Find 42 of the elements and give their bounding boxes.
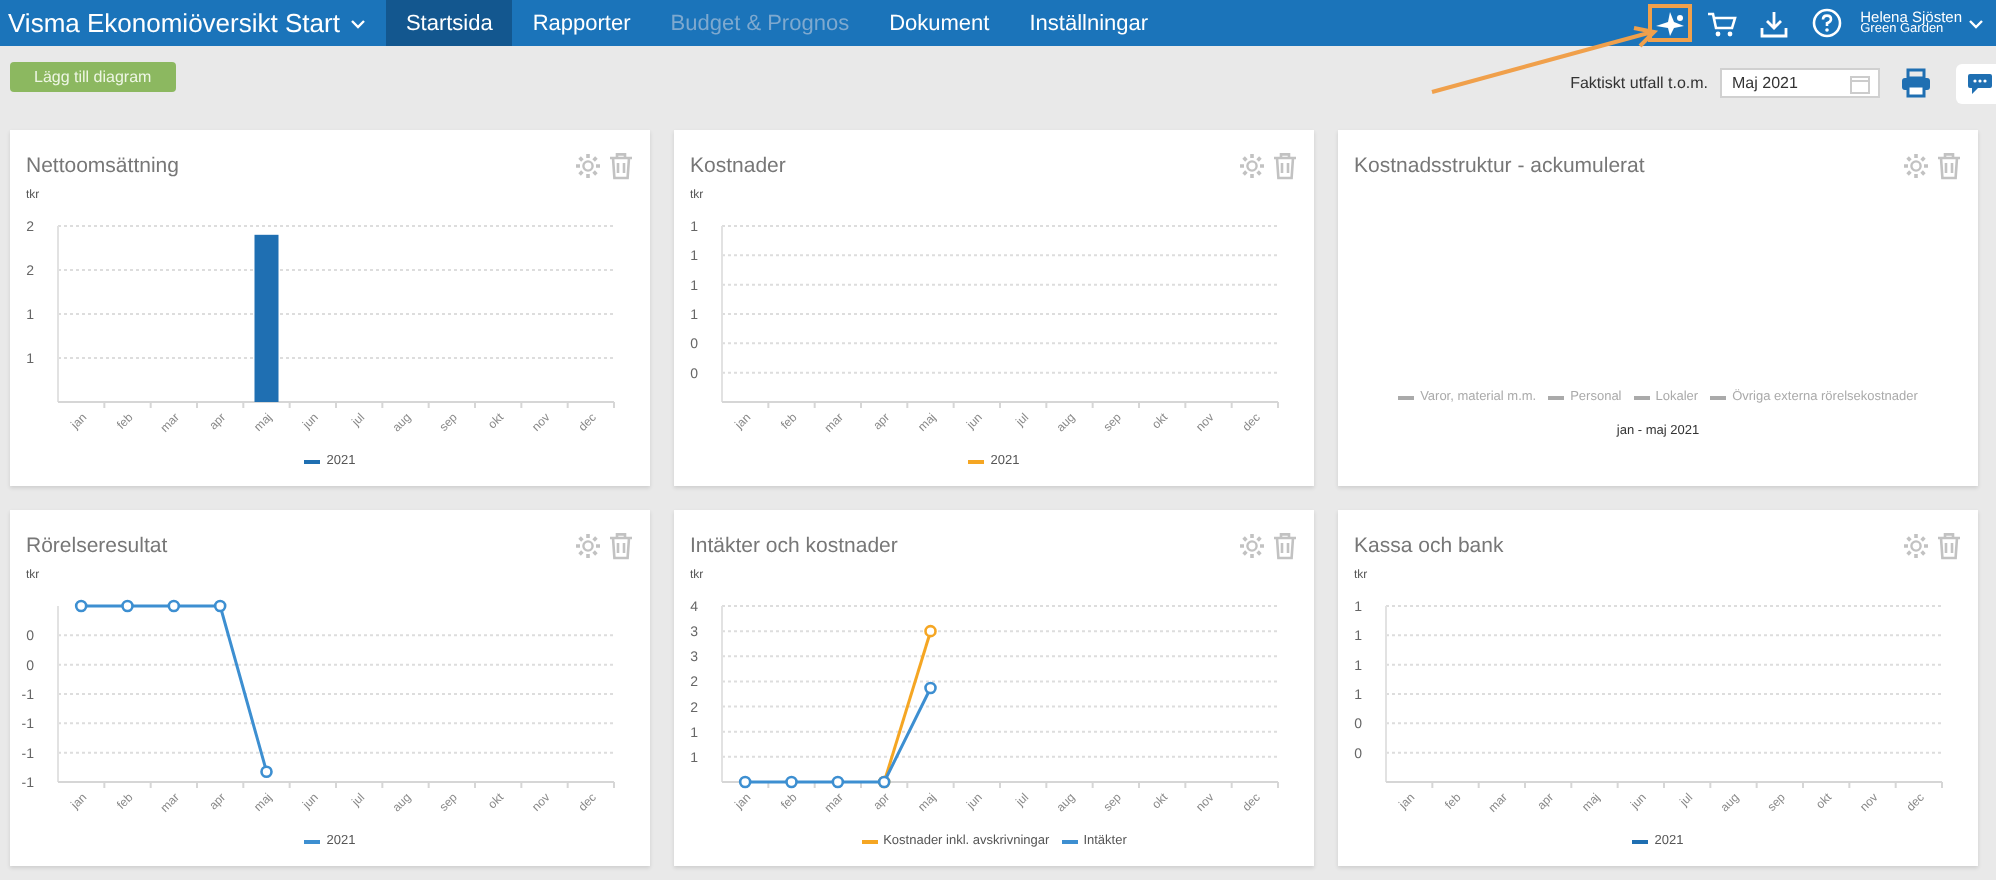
data-point: [831, 775, 845, 789]
guide-icon[interactable]: [1648, 4, 1693, 42]
settings-icon[interactable]: [1238, 152, 1266, 180]
app-menu[interactable]: Visma Ekonomiöversikt Start: [0, 0, 386, 46]
data-point: [924, 624, 937, 638]
trash-icon[interactable]: [1272, 532, 1298, 560]
trash-icon[interactable]: [608, 152, 634, 180]
settings-icon[interactable]: [1238, 532, 1266, 560]
data-point: [738, 775, 752, 789]
card-title: Rörelseresultat: [26, 534, 170, 558]
trash-icon[interactable]: [1936, 532, 1962, 560]
nav-tab[interactable]: Rapporter: [512, 0, 651, 46]
trash-icon[interactable]: [1936, 152, 1962, 180]
chat-button[interactable]: [1956, 63, 1996, 103]
nav-tab[interactable]: Startsida: [385, 0, 513, 46]
data-point: [785, 775, 798, 789]
card-title: Nettoomsättning: [26, 154, 181, 178]
settings-icon[interactable]: [1902, 152, 1930, 180]
chevron-down-icon: [349, 17, 366, 29]
calendar-icon[interactable]: [1850, 73, 1870, 93]
trash-icon[interactable]: [1272, 152, 1298, 180]
period-label: Faktiskt utfall t.o.m.: [1570, 74, 1708, 92]
settings-icon[interactable]: [1902, 532, 1930, 560]
print-icon[interactable]: [1900, 68, 1932, 98]
nav-tab[interactable]: Dokument: [869, 0, 1010, 46]
data-point: [213, 599, 227, 613]
trash-icon[interactable]: [608, 532, 634, 560]
chevron-down-icon[interactable]: [1968, 17, 1984, 29]
data-point: [167, 599, 181, 613]
card-title: Kassa och bank: [1354, 534, 1506, 558]
settings-icon[interactable]: [574, 152, 602, 180]
data-point: [121, 599, 134, 613]
data-point: [924, 681, 937, 695]
data-point: [260, 765, 273, 779]
settings-icon[interactable]: [574, 532, 602, 560]
nav-tab[interactable]: Inställningar: [1009, 0, 1169, 46]
chat-icon: [1966, 71, 1994, 95]
card-title: Intäkter och kostnader: [690, 534, 900, 558]
card-title: Kostnadsstruktur - ackumulerat: [1354, 154, 1647, 178]
data-point: [74, 599, 88, 613]
date-field[interactable]: Maj 2021: [1720, 68, 1880, 98]
card-title: Kostnader: [690, 154, 788, 178]
